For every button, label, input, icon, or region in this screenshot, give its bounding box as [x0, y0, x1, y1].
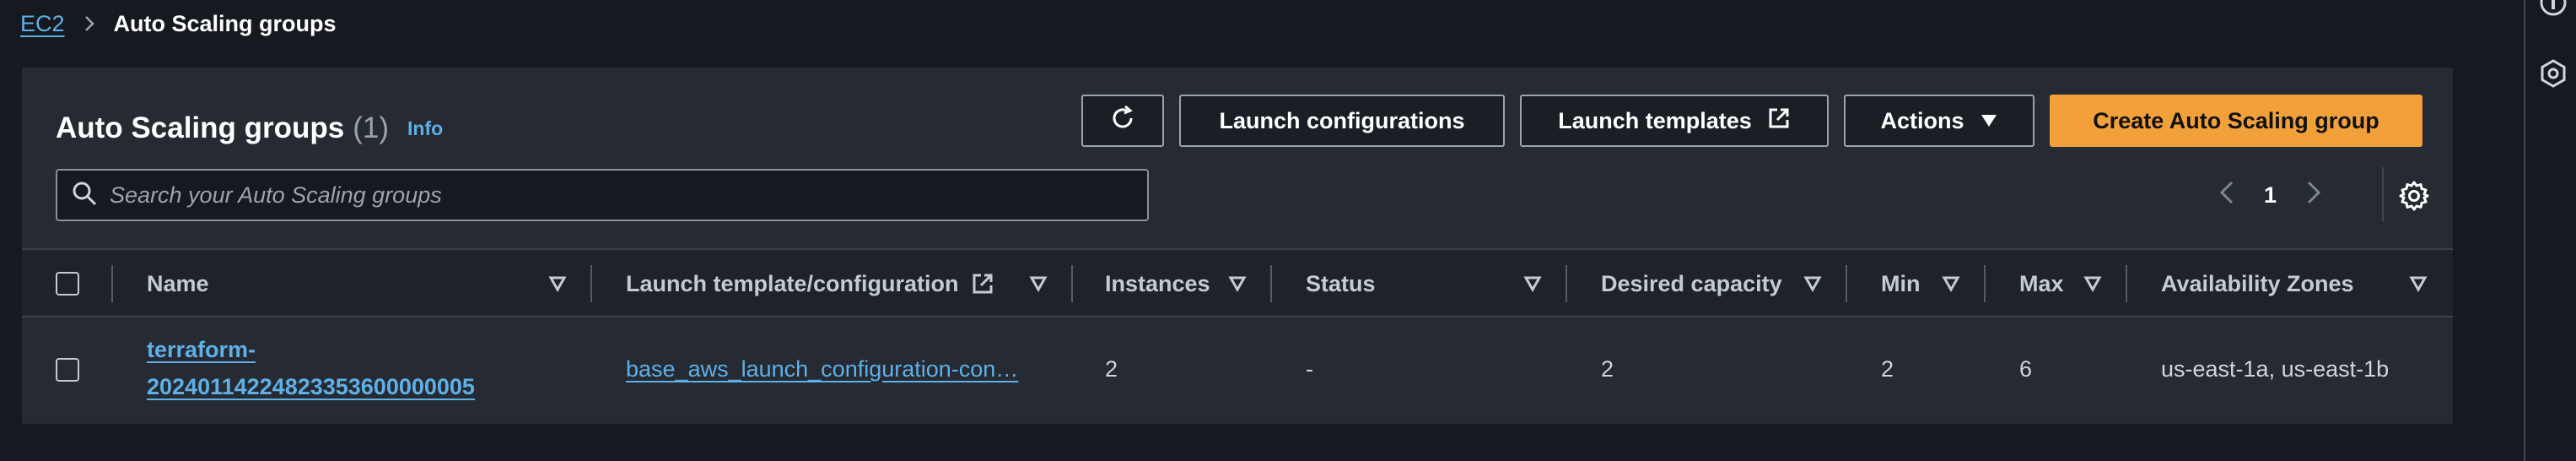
sort-icon[interactable] [2409, 275, 2428, 293]
launch-configuration-link[interactable]: base_aws_launch_configuration-con… [626, 356, 1048, 382]
page-title: Auto Scaling groups [56, 111, 345, 144]
status-value: - [1306, 356, 1313, 382]
column-header-min[interactable]: Min [1881, 250, 1921, 317]
create-auto-scaling-group-label: Create Auto Scaling group [2093, 107, 2379, 133]
group-count: (1) [353, 111, 390, 144]
column-header-launch-template[interactable]: Launch template/configuration [626, 250, 994, 317]
gear-icon[interactable] [2395, 177, 2433, 214]
column-header-status[interactable]: Status [1306, 250, 1376, 317]
column-separator [1270, 265, 1272, 302]
launch-templates-button[interactable]: Launch templates [1520, 95, 1829, 147]
search-field[interactable] [56, 169, 1149, 221]
right-rail [2524, 0, 2576, 461]
pagination-divider [2382, 167, 2384, 221]
panel-header: Auto Scaling groups (1) Info [56, 101, 443, 155]
breadcrumb-ec2-link[interactable]: EC2 [20, 11, 65, 37]
info-circle-icon[interactable] [2539, 0, 2568, 17]
search-input[interactable] [110, 182, 1147, 209]
desired-capacity-value: 2 [1601, 356, 1614, 382]
column-header-availability-zones[interactable]: Availability Zones [2161, 250, 2354, 317]
previous-page-icon[interactable] [2218, 180, 2235, 211]
asg-name-line-1: terraform- [147, 337, 256, 362]
breadcrumb: EC2 Auto Scaling groups [20, 7, 337, 41]
auto-scaling-groups-panel: Auto Scaling groups (1) Info Launch conf… [22, 68, 2453, 424]
create-auto-scaling-group-button[interactable]: Create Auto Scaling group [2050, 95, 2422, 147]
search-icon [71, 180, 98, 211]
select-all-checkbox[interactable] [56, 272, 79, 296]
sort-icon[interactable] [548, 275, 567, 293]
sort-icon[interactable] [1803, 275, 1822, 293]
next-page-icon[interactable] [2305, 180, 2322, 211]
sort-icon[interactable] [1942, 275, 1960, 293]
sort-icon[interactable] [2083, 275, 2102, 293]
column-header-desired-capacity[interactable]: Desired capacity [1601, 250, 1782, 317]
availability-zones-value: us-east-1a, us-east-1b [2161, 356, 2390, 382]
column-header-launch-template-label: Launch template/configuration [626, 270, 959, 296]
column-separator [590, 265, 592, 302]
sort-icon[interactable] [1228, 275, 1247, 293]
page: EC2 Auto Scaling groups Auto Scaling gro… [0, 0, 2576, 461]
instances-value: 2 [1105, 356, 1118, 382]
actions-label: Actions [1880, 107, 1964, 133]
table-header: Name Launch template/configuration Insta… [22, 248, 2453, 317]
asg-name-line-2: 20240114224823353600000005 [147, 374, 475, 399]
column-header-name[interactable]: Name [147, 250, 209, 317]
column-separator [1984, 265, 1986, 302]
pagination: 1 [2218, 171, 2322, 220]
column-separator [1566, 265, 1567, 302]
column-header-max[interactable]: Max [2019, 250, 2064, 317]
sort-icon[interactable] [1523, 275, 1542, 293]
row-checkbox[interactable] [56, 358, 79, 382]
refresh-button[interactable] [1081, 95, 1164, 147]
min-value: 2 [1881, 356, 1894, 382]
chevron-right-icon [80, 14, 99, 33]
info-link[interactable]: Info [407, 117, 443, 140]
column-header-instances[interactable]: Instances [1105, 250, 1210, 317]
external-link-icon [971, 272, 994, 296]
caret-down-icon [1980, 108, 1998, 134]
launch-templates-label: Launch templates [1558, 107, 1752, 133]
column-separator [1071, 265, 1073, 302]
sort-icon[interactable] [1029, 275, 1048, 293]
external-link-icon [1767, 106, 1791, 136]
launch-configurations-label: Launch configurations [1219, 107, 1465, 133]
asg-name-link[interactable]: terraform- 20240114224823353600000005 [147, 331, 475, 405]
column-separator [1846, 265, 1847, 302]
breadcrumb-current: Auto Scaling groups [113, 10, 337, 36]
column-separator [111, 265, 113, 302]
hexagon-settings-icon[interactable] [2539, 59, 2568, 88]
refresh-icon [1108, 104, 1137, 138]
max-value: 6 [2019, 356, 2033, 382]
table-row[interactable]: terraform- 20240114224823353600000005 ba… [22, 317, 2453, 424]
launch-configurations-button[interactable]: Launch configurations [1179, 95, 1505, 147]
column-separator [2126, 265, 2127, 302]
current-page-number[interactable]: 1 [2264, 182, 2277, 209]
actions-dropdown-button[interactable]: Actions [1844, 95, 2034, 147]
